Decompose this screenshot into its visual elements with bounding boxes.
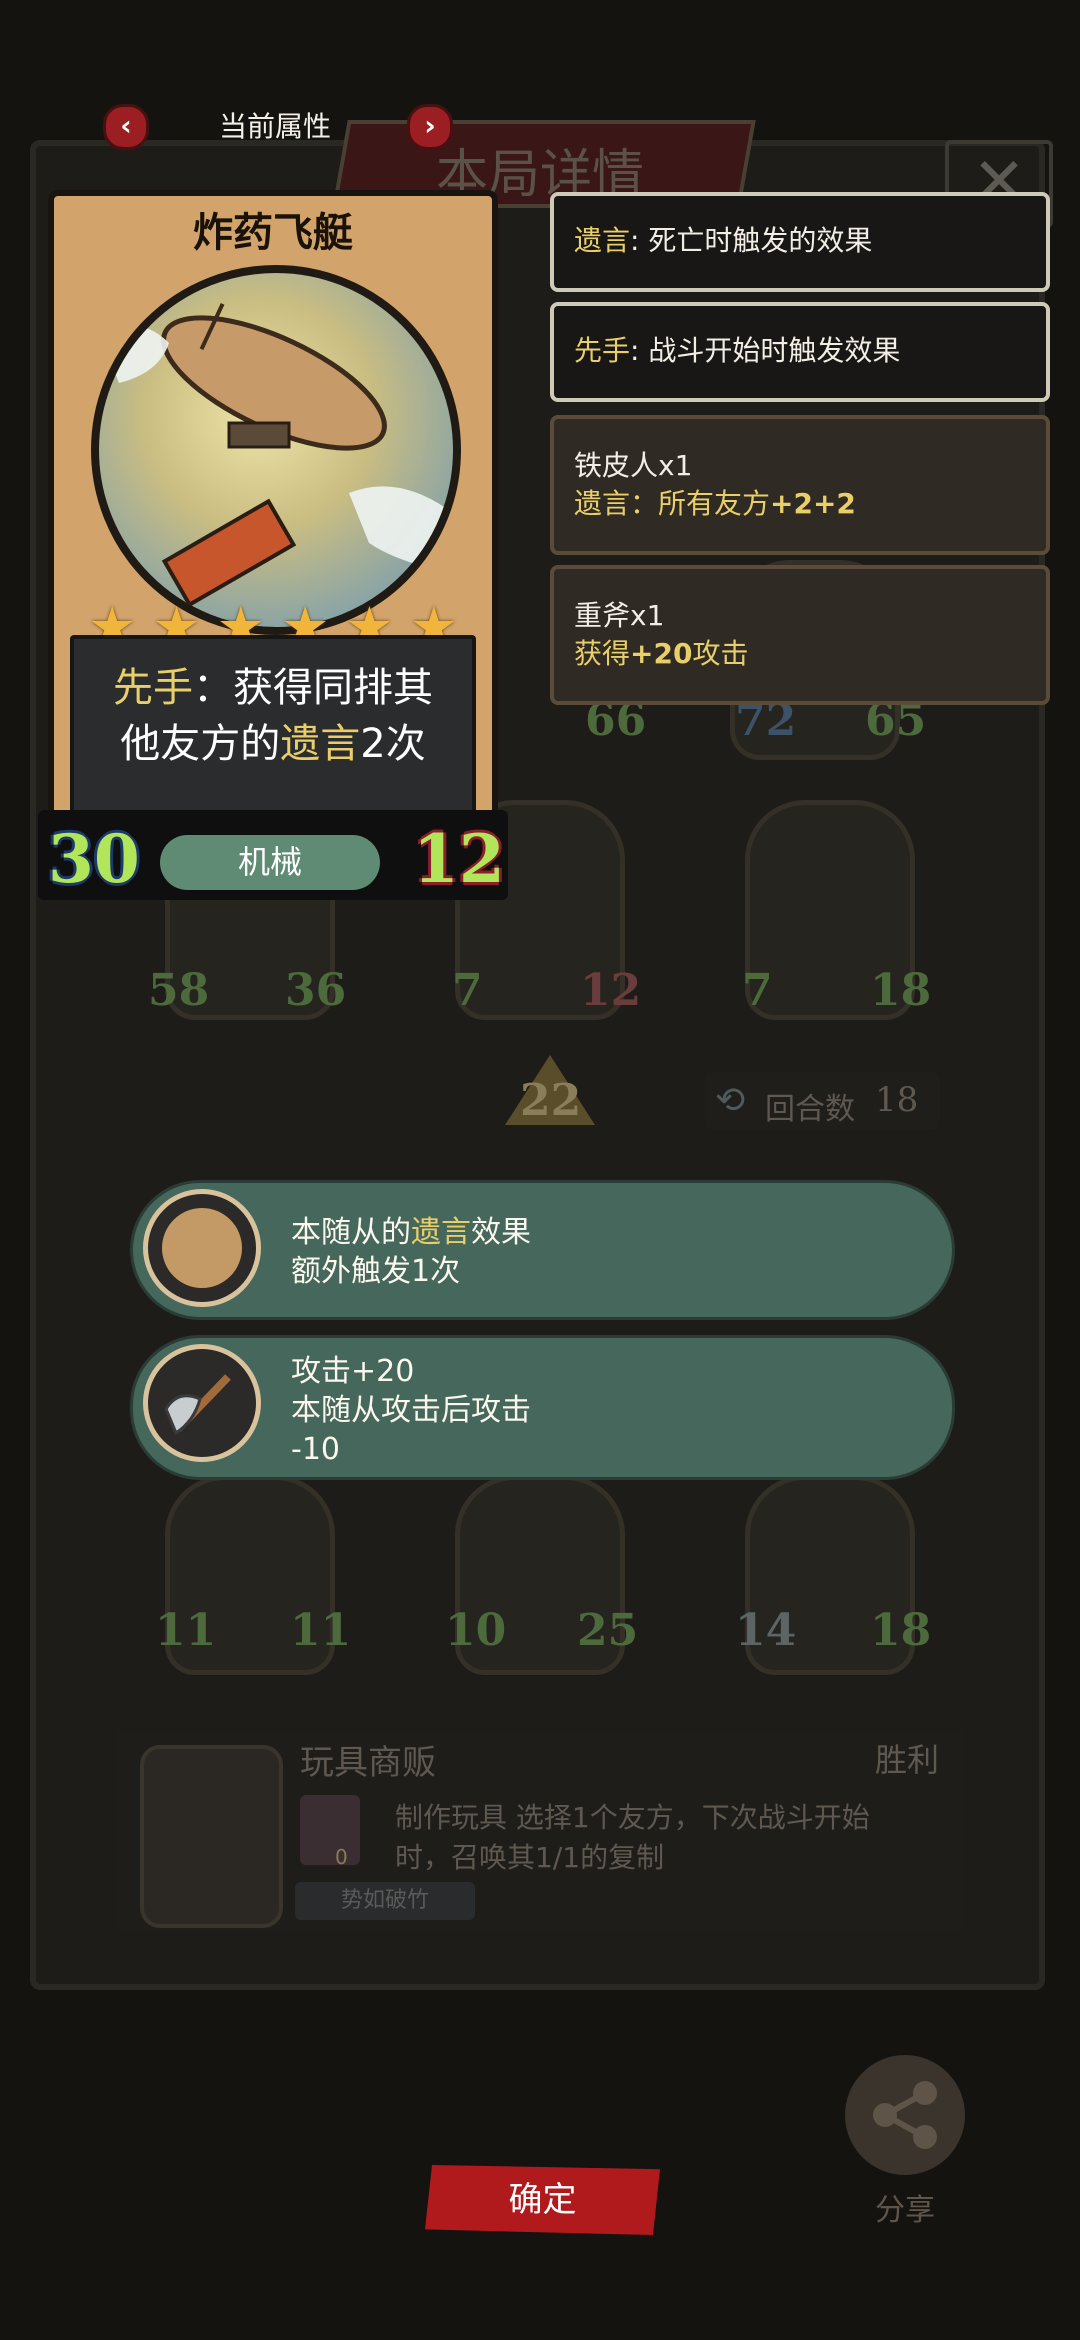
keyword-deathrattle: 遗言 (280, 721, 361, 767)
chevron-right-icon: › (424, 109, 436, 142)
board-minion-hp: 11 (290, 1605, 352, 1656)
board-minion-atk: 11 (155, 1605, 217, 1656)
ability-text-count: 2次 (360, 721, 426, 767)
level-value: 22 (520, 1075, 582, 1126)
board-minion-hp: 36 (285, 965, 347, 1016)
hero-power-desc-line1: 选择1个友方，下次战斗开始 (515, 1801, 870, 1834)
keyword-first: 先手 (113, 665, 193, 711)
board-minion-hp: 25 (577, 1605, 639, 1656)
equipment-title: 铁皮人x1 (574, 449, 693, 482)
tooltip-equipment-2: 重斧x1 获得+20攻击 (550, 565, 1050, 705)
board-minion-hp: 12 (580, 965, 642, 1016)
opponent-avatar (140, 1745, 283, 1928)
equipment-effect: 遗言：所有友方 (574, 487, 771, 520)
tooltip-deathrattle: 遗言: 死亡时触发的效果 (550, 192, 1050, 292)
effect-bubble-deathrattle: 本随从的遗言效果 额外触发1次 (130, 1180, 955, 1320)
bubble-keyword: 遗言 (411, 1215, 471, 1250)
board-minion-atk: 58 (148, 965, 210, 1016)
equipment-title: 重斧x1 (574, 599, 665, 632)
tooltip-desc: : 死亡时触发的效果 (630, 224, 873, 257)
board-minion-atk: 7 (742, 965, 773, 1016)
chevron-left-icon: ‹ (120, 109, 132, 142)
ability-text-part1: ：获得同排其 (193, 665, 433, 711)
card-name: 炸药飞艇 (193, 210, 353, 256)
tooltip-desc: : 战斗开始时触发效果 (630, 334, 901, 367)
bubble-text-b: 效果 (471, 1215, 531, 1250)
hero-power-desc-line2: 时，召唤其1/1的复制 (395, 1841, 665, 1874)
share-button[interactable] (845, 2055, 965, 2175)
refresh-icon: ⟲ (715, 1080, 746, 1121)
tooltip-keyword: 先手 (574, 334, 631, 367)
battle-result: 胜利 (875, 1741, 940, 1779)
round-label: 回合数 (765, 1092, 855, 1127)
equipment-effect-suffix: 攻击 (692, 637, 749, 670)
board-minion-atk: 7 (452, 965, 483, 1016)
confirm-label: 确定 (508, 2180, 577, 2220)
card-ability-text: 先手：获得同排其 他友方的遗言2次 (78, 660, 468, 772)
next-arrow-button[interactable]: › (407, 104, 453, 150)
attribute-title: 当前属性 (218, 110, 331, 143)
hero-power-name: 制作玩具 (395, 1801, 508, 1834)
share-icon (873, 2081, 937, 2149)
equipment-effect: 获得 (574, 637, 631, 670)
board-minion-atk: 14 (735, 1605, 797, 1656)
bubble-text-line2: 本随从攻击后攻击 (291, 1393, 531, 1428)
opponent-name: 玩具商贩 (300, 1743, 436, 1783)
bubble-text-line1: 攻击+20 (291, 1354, 415, 1389)
skull-shield-icon (143, 1189, 261, 1307)
tooltip-equipment-1: 铁皮人x1 遗言：所有友方+2+2 (550, 415, 1050, 555)
card-health: 12 (413, 820, 505, 898)
hero-power-count: 0 (335, 1845, 348, 1869)
tooltip-keyword: 遗言 (574, 224, 631, 257)
confirm-button[interactable]: 确定 (425, 2165, 660, 2235)
board-minion-atk: 10 (445, 1605, 507, 1656)
equipment-bonus: +20 (630, 637, 693, 670)
opponent-badge: 势如破竹 (295, 1882, 475, 1920)
bubble-text-line2: 额外触发1次 (291, 1254, 461, 1289)
hero-power-desc: 制作玩具 选择1个友方，下次战斗开始 时，召唤其1/1的复制 (395, 1798, 870, 1878)
board-minion-hp: 18 (870, 1605, 932, 1656)
ability-text-part2: 他友方的 (120, 721, 281, 767)
hero-power-icon (300, 1795, 360, 1865)
round-value: 18 (875, 1080, 919, 1120)
card-attack: 30 (48, 820, 140, 898)
card-art (91, 265, 461, 635)
effect-bubble-axe: 攻击+20 本随从攻击后攻击 -10 (130, 1335, 955, 1480)
bubble-text-line3: -10 (291, 1432, 340, 1467)
round-counter: ⟲ 回合数 18 (705, 1072, 940, 1130)
share-label: 分享 (875, 2193, 935, 2228)
prev-arrow-button[interactable]: ‹ (103, 104, 149, 150)
axe-icon (143, 1344, 261, 1462)
card-tribe: 机械 (160, 835, 380, 890)
airship-illustration (99, 303, 453, 608)
minion-card: 炸药飞艇 ★ ★ ★ ★ ★ ★ 先手：获得同排其 他友方的遗言2次 30 机械… (38, 190, 508, 900)
bubble-text-a: 本随从的 (291, 1215, 411, 1250)
equipment-bonus: +2+2 (770, 487, 856, 520)
tooltip-first-strike: 先手: 战斗开始时触发效果 (550, 302, 1050, 402)
board-minion-hp: 18 (870, 965, 932, 1016)
